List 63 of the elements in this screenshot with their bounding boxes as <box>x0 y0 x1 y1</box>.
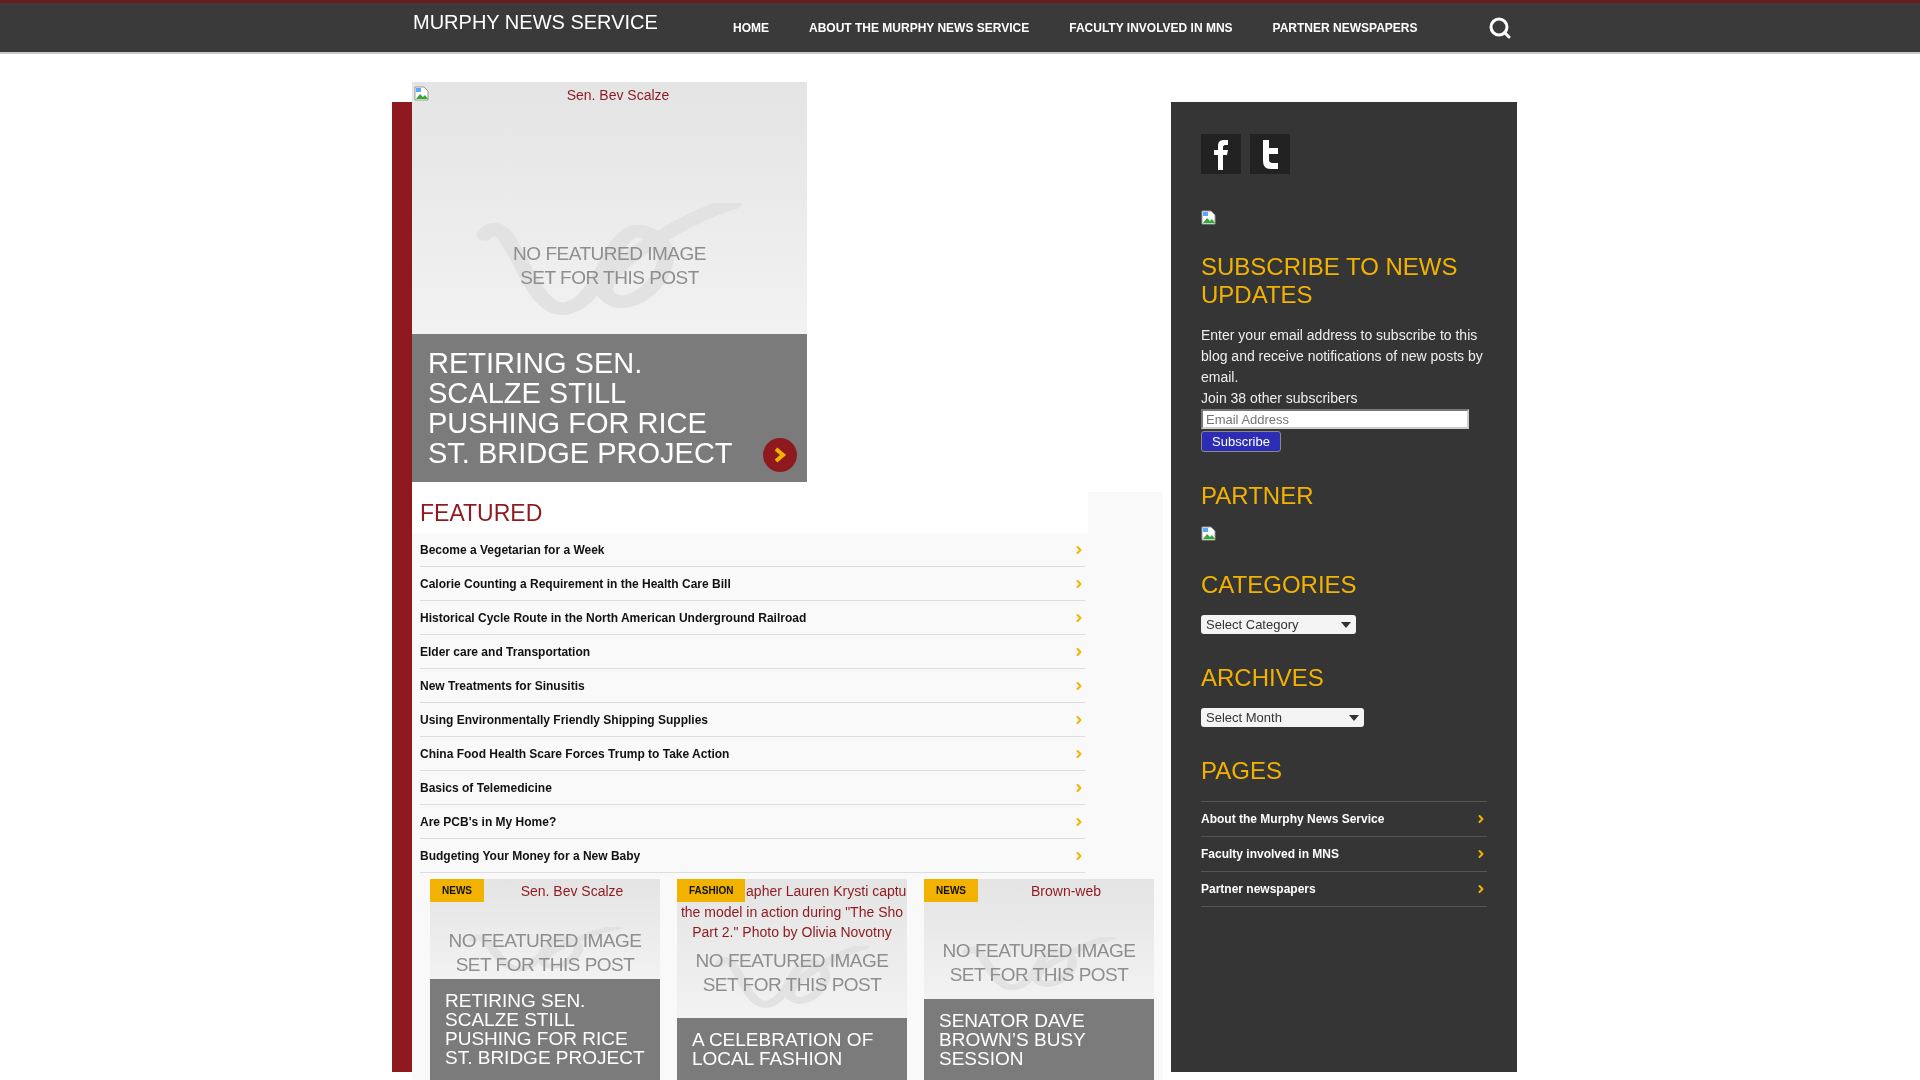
featured-article-link[interactable]: Are PCB's in My Home? <box>420 805 1085 839</box>
category-tag[interactable]: NEWS <box>924 879 978 902</box>
caret-icon <box>1341 621 1351 628</box>
subscriber-count: Join 38 other subscribers <box>1201 389 1359 408</box>
page-link[interactable]: Partner newspapers <box>1201 872 1487 907</box>
archive-select[interactable]: Select Month <box>1201 708 1364 727</box>
section-heading: PARTNER <box>1201 482 1315 510</box>
broken-image-icon <box>1201 526 1216 541</box>
section-heading: PAGES <box>1201 757 1283 785</box>
section-heading: SUBSCRIBE TO NEWS UPDATES <box>1201 253 1459 309</box>
placeholder-text: SET FOR THIS POST <box>519 266 700 290</box>
placeholder-text: NO FEATURED IMAGE <box>512 242 707 266</box>
subscribe-description: Enter your email address to subscribe to this blog and receive notifications of new posts by email. <box>1201 326 1484 387</box>
placeholder-text: NO FEATURED IMAGE <box>447 929 643 953</box>
nav-link[interactable]: HOME <box>733 20 769 35</box>
next-button[interactable] <box>763 438 797 472</box>
image-alt-text: Sen. Bev Scalze <box>519 881 625 901</box>
section-heading: ARCHIVES <box>1201 664 1325 692</box>
image-alt-text: Brown-web <box>1030 881 1102 901</box>
broken-image-icon <box>1201 210 1216 225</box>
twitter-icon[interactable] <box>1250 134 1290 174</box>
featured-article-link[interactable]: Using Environmentally Friendly Shipping Supplies <box>420 703 1085 737</box>
email-field[interactable]: Email Address <box>1201 409 1469 429</box>
featured-article-link[interactable]: Elder care and Transportation <box>420 635 1085 669</box>
image-alt-text: Sen. Bev Scalze <box>565 86 671 105</box>
section-heading: FEATURED <box>412 492 1088 533</box>
page-link[interactable]: About the Murphy News Service <box>1201 802 1487 837</box>
featured-article-link[interactable]: Basics of Telemedicine <box>420 771 1085 805</box>
page-link[interactable]: Faculty involved in MNS <box>1201 837 1487 872</box>
category-tag[interactable]: NEWS <box>430 879 484 902</box>
search-icon[interactable] <box>1487 15 1512 40</box>
broken-image-icon <box>414 85 429 101</box>
nav-link[interactable]: ABOUT THE MURPHY NEWS SERVICE <box>809 20 1030 35</box>
featured-article-link[interactable]: Calorie Counting a Requirement in the Health Care Bill <box>420 567 1085 601</box>
category-tag[interactable]: FASHION <box>677 879 746 902</box>
featured-article-link[interactable]: New Treatments for Sinusitis <box>420 669 1085 703</box>
placeholder-text: NO FEATURED IMAGE <box>694 949 890 973</box>
category-select[interactable]: Select Category <box>1201 615 1356 634</box>
image-alt-text: Part 2." Photo by Olivia Novotny <box>692 923 892 942</box>
caret-icon <box>1349 714 1359 721</box>
featured-article-link[interactable]: Become a Vegetarian for a Week <box>420 533 1085 567</box>
facebook-icon[interactable] <box>1201 134 1241 174</box>
image-alt-text: apher Lauren Krysti captu <box>745 881 907 901</box>
placeholder-text: NO FEATURED IMAGE <box>941 939 1137 963</box>
card-title[interactable]: A CELEBRATION OF LOCAL FASHION <box>677 1018 907 1080</box>
nav-link[interactable]: PARTNER NEWSPAPERS <box>1272 20 1418 35</box>
placeholder-text: SET FOR THIS POST <box>701 973 883 997</box>
card-title[interactable]: RETIRING SEN. SCALZE STILL PUSHING FOR RICE ST. BRIDGE PROJECT <box>430 979 660 1080</box>
placeholder-text: SET FOR THIS POST <box>454 953 636 977</box>
image-alt-text: the model in action during "The Sho <box>680 903 904 922</box>
featured-article-link[interactable]: China Food Health Scare Forces Trump to Take Action <box>420 737 1085 771</box>
subscribe-button[interactable]: Subscribe <box>1201 431 1281 452</box>
featured-article-link[interactable]: Budgeting Your Money for a New Baby <box>420 839 1085 873</box>
hero-card[interactable]: Sen. Bev Scalze NO FEATURED IMAGE SET FOR THIS POST RETIRING SEN. SCALZE STILL PUSHING FOR RICE ST. BRIDGE PROJECT <box>412 82 807 482</box>
placeholder-text: SET FOR THIS POST <box>948 963 1130 987</box>
nav-link[interactable]: FACULTY INVOLVED IN MNS <box>1069 20 1233 35</box>
article-card[interactable]: NEWS Sen. Bev Scalze NO FEATURED IMAGE SET FOR THIS POST RETIRING SEN. SCALZE STILL PUSHING FOR RICE ST. BRIDGE PROJECT <box>430 879 660 1080</box>
card-title[interactable]: SENATOR DAVE BROWN’S BUSY SESSION <box>924 999 1154 1080</box>
featured-article-link[interactable]: Historical Cycle Route in the North American Underground Railroad <box>420 601 1085 635</box>
hero-title[interactable]: RETIRING SEN. SCALZE STILL PUSHING FOR RICE ST. BRIDGE PROJECT <box>428 348 748 468</box>
section-heading: CATEGORIES <box>1201 571 1358 599</box>
site-title[interactable]: MURPHY NEWS SERVICE <box>413 11 733 34</box>
chevron-icon <box>773 447 787 463</box>
